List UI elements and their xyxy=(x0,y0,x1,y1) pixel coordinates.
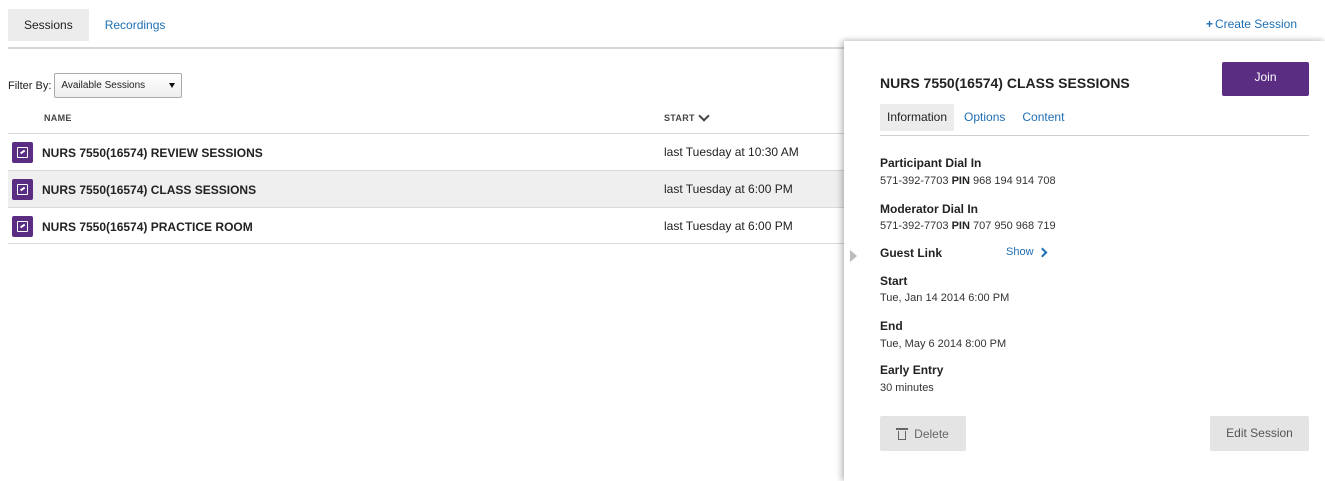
panel-tabs: Information Options Content xyxy=(880,104,1074,131)
table-row[interactable]: NURS 7550(16574) PRACTICE ROOM last Tues… xyxy=(8,207,844,244)
guest-link-label: Guest Link xyxy=(880,246,943,260)
participant-phone: 571-392-7703 xyxy=(880,175,949,187)
participant-pin: 968 194 914 708 xyxy=(972,175,1056,187)
end-label: End xyxy=(880,319,903,333)
tab-content[interactable]: Content xyxy=(1015,104,1071,131)
filter-label: Filter By: xyxy=(8,79,52,92)
session-icon xyxy=(12,179,33,200)
session-start: last Tuesday at 10:30 AM xyxy=(664,145,799,159)
tab-options[interactable]: Options xyxy=(957,104,1012,131)
session-icon xyxy=(12,216,33,237)
sort-chevron-down-icon xyxy=(698,110,710,122)
early-entry-value: 30 minutes xyxy=(880,382,934,394)
collapse-panel-arrow-icon[interactable] xyxy=(850,250,857,262)
guest-link-show-button[interactable]: Show xyxy=(1006,246,1047,258)
column-header-start[interactable]: START xyxy=(664,110,710,123)
early-entry-label: Early Entry xyxy=(880,363,944,377)
create-session-button[interactable]: + Create Session xyxy=(1206,17,1297,31)
tab-sessions[interactable]: Sessions xyxy=(8,9,89,41)
session-start: last Tuesday at 6:00 PM xyxy=(664,182,793,196)
participant-pin-label: PIN xyxy=(951,175,970,187)
tabs-divider xyxy=(8,47,844,49)
panel-title: NURS 7550(16574) CLASS SESSIONS xyxy=(880,75,1130,91)
chevron-down-icon xyxy=(169,83,176,88)
filter-bar: Filter By: Available Sessions xyxy=(8,73,183,98)
tab-information[interactable]: Information xyxy=(880,104,955,131)
session-details-panel: NURS 7550(16574) CLASS SESSIONS Join Inf… xyxy=(844,41,1325,481)
session-name: NURS 7550(16574) PRACTICE ROOM xyxy=(42,220,253,234)
table-row[interactable]: NURS 7550(16574) CLASS SESSIONS last Tue… xyxy=(8,170,844,207)
column-header-start-label: START xyxy=(664,113,695,123)
panel-divider xyxy=(880,135,1309,136)
participant-dial-in-label: Participant Dial In xyxy=(880,156,982,170)
edit-session-button[interactable]: Edit Session xyxy=(1210,416,1309,451)
end-value: Tue, May 6 2014 8:00 PM xyxy=(880,338,1007,350)
moderator-pin-label: PIN xyxy=(951,220,970,232)
moderator-phone: 571-392-7703 xyxy=(880,220,949,232)
moderator-dial-in-value: 571-392-7703 PIN 707 950 968 719 xyxy=(880,220,1056,232)
chevron-right-icon xyxy=(1037,247,1047,257)
top-tabs: Sessions Recordings xyxy=(8,9,181,41)
filter-select[interactable]: Available Sessions xyxy=(54,73,183,98)
delete-label: Delete xyxy=(914,426,949,441)
tab-recordings[interactable]: Recordings xyxy=(89,9,182,41)
session-icon xyxy=(12,142,33,163)
start-value: Tue, Jan 14 2014 6:00 PM xyxy=(880,292,1010,304)
session-name: NURS 7550(16574) CLASS SESSIONS xyxy=(42,183,257,197)
trash-icon xyxy=(896,427,909,440)
session-start: last Tuesday at 6:00 PM xyxy=(664,219,793,233)
filter-selected-value: Available Sessions xyxy=(61,80,146,91)
plus-icon: + xyxy=(1205,17,1213,31)
start-label: Start xyxy=(880,274,908,288)
session-list: NURS 7550(16574) REVIEW SESSIONS last Tu… xyxy=(8,133,844,244)
create-session-label: Create Session xyxy=(1214,17,1297,31)
moderator-dial-in-label: Moderator Dial In xyxy=(880,202,979,216)
session-name: NURS 7550(16574) REVIEW SESSIONS xyxy=(42,146,263,160)
participant-dial-in-value: 571-392-7703 PIN 968 194 914 708 xyxy=(880,175,1056,187)
join-button[interactable]: Join xyxy=(1222,62,1309,96)
show-label: Show xyxy=(1006,246,1034,258)
column-header-name[interactable]: NAME xyxy=(44,113,72,123)
moderator-pin: 707 950 968 719 xyxy=(972,220,1056,232)
table-row[interactable]: NURS 7550(16574) REVIEW SESSIONS last Tu… xyxy=(8,133,844,170)
delete-button[interactable]: Delete xyxy=(880,416,966,451)
